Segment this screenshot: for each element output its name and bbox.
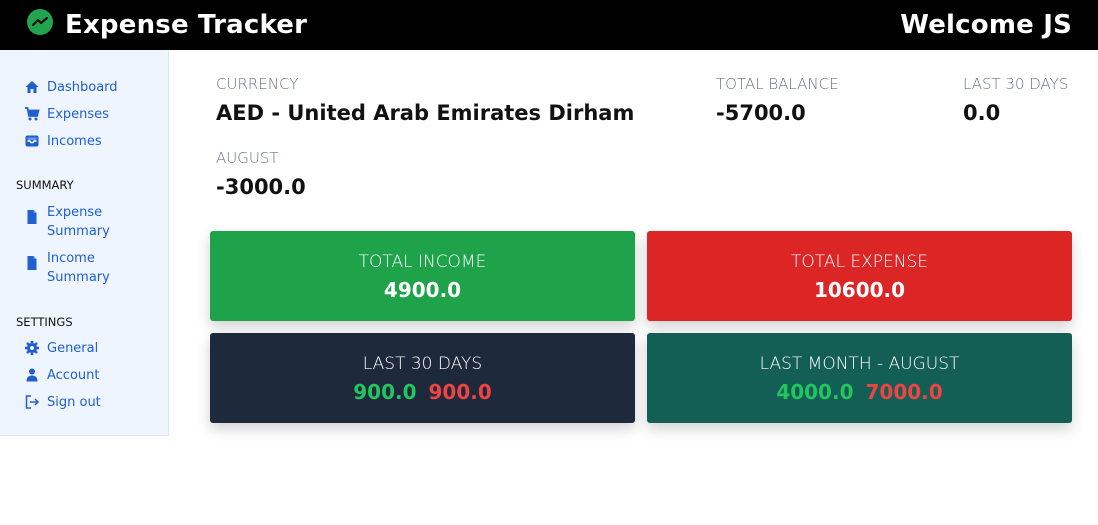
sidebar-item-label: Account: [47, 368, 100, 383]
sidebar-item-account[interactable]: Account: [24, 366, 100, 385]
welcome-text: Welcome JS: [900, 10, 1072, 40]
gear-icon: [24, 340, 40, 356]
document-icon: [24, 209, 40, 225]
income-value: 900.0: [353, 380, 417, 404]
sidebar-item-label: Income Summary: [47, 251, 110, 285]
month-value: -3000.0: [216, 175, 306, 199]
card-values: 4000.0 7000.0: [647, 378, 1072, 406]
expense-value: 7000.0: [865, 380, 943, 404]
sidebar-item-label: Incomes: [47, 134, 102, 149]
user-icon: [24, 367, 40, 383]
home-icon: [24, 79, 40, 95]
sidebar-item-label: Expenses: [47, 107, 109, 122]
sidebar-item-general[interactable]: General: [24, 339, 98, 358]
sidebar-item-expense-summary[interactable]: Expense Summary: [24, 203, 134, 241]
settings-section-title: SETTINGS: [16, 315, 73, 329]
card-title: TOTAL EXPENSE: [791, 252, 928, 272]
income-value: 4000.0: [776, 380, 854, 404]
last-30-days-value: 0.0: [963, 101, 1001, 125]
currency-label: CURRENCY: [216, 75, 299, 93]
card-title: TOTAL INCOME: [358, 252, 487, 272]
card-values: 900.0 900.0: [210, 378, 635, 406]
sign-out-icon: [24, 394, 40, 410]
sidebar-item-label: General: [47, 341, 99, 356]
trend-logo-icon: [27, 9, 53, 35]
last-30-days-card: LAST 30 DAYS 900.0 900.0: [210, 333, 635, 423]
top-bar: Expense Tracker Welcome JS: [0, 0, 1098, 50]
sidebar-item-expenses[interactable]: Expenses: [24, 105, 109, 124]
summary-section-title: SUMMARY: [16, 178, 74, 192]
sidebar-item-dashboard[interactable]: Dashboard: [24, 78, 118, 97]
total-expense-card: TOTAL EXPENSE 10600.0: [647, 231, 1072, 321]
sidebar-item-label: Dashboard: [47, 80, 118, 95]
cart-icon: [24, 106, 40, 122]
expense-value: 900.0: [428, 380, 492, 404]
last-30-days-label: LAST 30 DAYS: [963, 75, 1069, 93]
last-month-card: LAST MONTH - AUGUST 4000.0 7000.0: [647, 333, 1072, 423]
currency-value: AED - United Arab Emirates Dirham: [216, 101, 635, 125]
month-label: AUGUST: [216, 149, 279, 167]
sidebar-item-incomes[interactable]: Incomes: [24, 132, 102, 151]
document-icon: [24, 255, 40, 271]
card-value: 10600.0: [813, 278, 906, 302]
sidebar-item-sign-out[interactable]: Sign out: [24, 393, 101, 412]
total-balance-label: TOTAL BALANCE: [716, 75, 839, 93]
total-income-card: TOTAL INCOME 4900.0: [210, 231, 635, 321]
sidebar: Dashboard Expenses Incomes SUMMARY Expen…: [0, 50, 169, 436]
total-balance-value: -5700.0: [716, 101, 806, 125]
sidebar-item-label: Sign out: [47, 395, 101, 410]
inbox-icon: [24, 133, 40, 149]
card-value: 4900.0: [383, 278, 462, 302]
app-title[interactable]: Expense Tracker: [65, 7, 307, 43]
card-title: LAST 30 DAYS: [362, 354, 483, 374]
sidebar-item-income-summary[interactable]: Income Summary: [24, 249, 134, 287]
card-title: LAST MONTH - AUGUST: [759, 354, 960, 374]
sidebar-item-label: Expense Summary: [47, 205, 110, 239]
